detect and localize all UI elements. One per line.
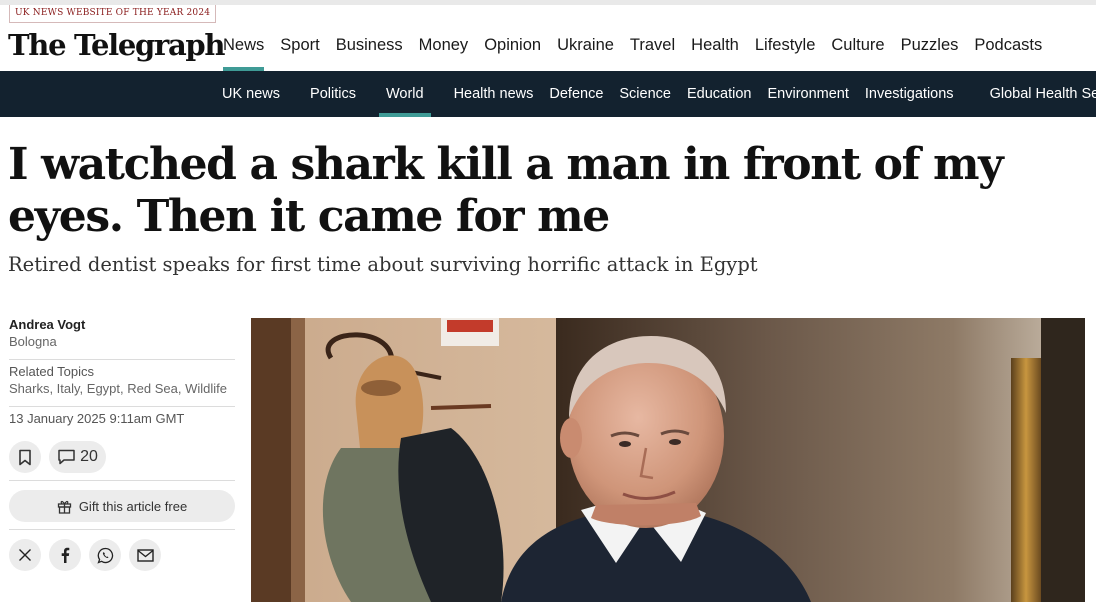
nav-item-ukraine[interactable]: Ukraine — [557, 33, 614, 57]
email-icon — [136, 548, 154, 562]
bookmark-icon — [19, 449, 31, 465]
speech-bubble-icon — [58, 449, 75, 465]
gift-article-button[interactable]: Gift this article free — [9, 490, 235, 522]
nav-item-travel[interactable]: Travel — [630, 33, 675, 57]
nav-item-culture[interactable]: Culture — [831, 33, 884, 57]
primary-nav: News Sport Business Money Opinion Ukraine Trav… — [223, 33, 1042, 71]
gift-article-label: Gift this article free — [78, 498, 188, 514]
telegraph-logo[interactable]: The Telegraph — [8, 27, 226, 63]
share-email-button[interactable] — [129, 539, 161, 571]
hero-photo-illustration — [251, 318, 1085, 602]
subnav-item-investigations[interactable]: Investigations — [865, 71, 954, 117]
nav-item-news[interactable]: News — [223, 33, 265, 71]
author-name[interactable]: Andrea Vogt — [9, 316, 235, 333]
subnav-item-environment[interactable]: Environment — [767, 71, 848, 117]
section-subnav: UK news Politics World Health news Defence Sc… — [0, 71, 1096, 117]
nav-item-lifestyle[interactable]: Lifestyle — [755, 33, 816, 57]
nav-item-health[interactable]: Health — [691, 33, 739, 57]
share-row — [9, 539, 161, 571]
whatsapp-icon — [96, 547, 113, 564]
award-badge: UK NEWS WEBSITE OF THE YEAR 2024 — [9, 5, 217, 23]
nav-item-puzzles[interactable]: Puzzles — [901, 33, 959, 57]
gift-icon — [57, 500, 71, 514]
related-topics: Related Topics Sharks, Italy, Egypt, Red… — [9, 363, 239, 398]
article-standfirst: Retired dentist speaks for first time ab… — [8, 253, 758, 276]
subnav-item-science[interactable]: Science — [619, 71, 671, 117]
nav-item-podcasts[interactable]: Podcasts — [974, 33, 1042, 57]
byline: Andrea Vogt Bologna — [9, 316, 235, 350]
article-headline: I watched a shark kill a man in front of… — [8, 139, 1004, 242]
divider — [9, 529, 235, 530]
masthead: UK NEWS WEBSITE OF THE YEAR 2024 The Tel… — [0, 5, 1096, 71]
share-x-button[interactable] — [9, 539, 41, 571]
share-whatsapp-button[interactable] — [89, 539, 121, 571]
nav-item-business[interactable]: Business — [336, 33, 403, 57]
related-topics-title: Related Topics — [9, 364, 95, 379]
subnav-item-uk-news[interactable]: UK news — [222, 71, 280, 117]
save-button[interactable] — [9, 441, 41, 473]
subnav-item-politics[interactable]: Politics — [310, 71, 356, 117]
share-facebook-button[interactable] — [49, 539, 81, 571]
publish-date: 13 January 2025 9:11am GMT — [9, 411, 185, 426]
x-icon — [19, 549, 31, 561]
subnav-item-defence[interactable]: Defence — [549, 71, 603, 117]
subnav-item-world[interactable]: World — [379, 71, 431, 117]
divider — [9, 406, 235, 407]
nav-item-opinion[interactable]: Opinion — [484, 33, 541, 57]
hero-image — [251, 318, 1085, 602]
subnav-item-education[interactable]: Education — [687, 71, 752, 117]
divider — [9, 359, 235, 360]
author-location: Bologna — [9, 334, 57, 349]
subnav-item-global-health-sec[interactable]: Global Health Sec — [990, 71, 1096, 117]
facebook-icon — [61, 547, 70, 563]
divider — [9, 480, 235, 481]
related-topics-list[interactable]: Sharks, Italy, Egypt, Red Sea, Wildlife — [9, 380, 239, 398]
subnav-item-health-news[interactable]: Health news — [454, 71, 534, 117]
comment-count: 20 — [80, 448, 98, 465]
nav-item-money[interactable]: Money — [419, 33, 469, 57]
nav-item-sport[interactable]: Sport — [280, 33, 319, 57]
comments-button[interactable]: 20 — [49, 441, 106, 473]
subnav-list: UK news Politics World Health news Defence Sc… — [222, 71, 1096, 117]
